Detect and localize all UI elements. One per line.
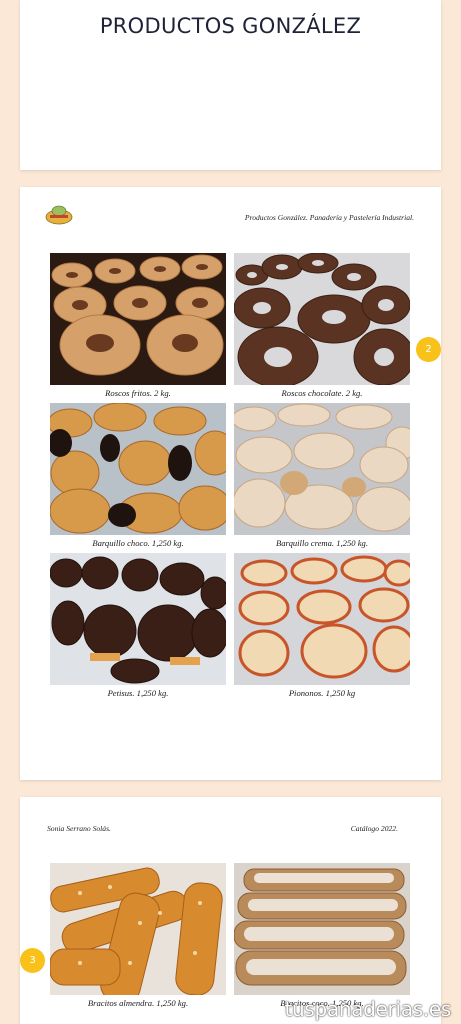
product-caption: Barquillo crema. 1,250 kg. bbox=[276, 538, 368, 548]
chocolate-filled-pastries-image bbox=[50, 403, 226, 535]
catalog-page-2: Productos González. Panadería y Pasteler… bbox=[20, 187, 441, 780]
page-title: PRODUCTOS GONZÁLEZ bbox=[99, 14, 362, 38]
product-caption: Bracitos almendra. 1,250 kg. bbox=[87, 998, 189, 1008]
catalog-page-cover: PRODUCTOS GONZÁLEZ bbox=[20, 0, 441, 170]
chocolate-eclairs-image bbox=[50, 553, 226, 685]
product-caption: Roscos fritos. 2 kg. bbox=[105, 388, 171, 398]
product-photo-piononos bbox=[234, 553, 410, 685]
cream-rolled-pastries-image bbox=[234, 403, 410, 535]
chocolate-donuts-image bbox=[234, 253, 410, 385]
sugared-donuts-image bbox=[50, 253, 226, 385]
page-number-badge[interactable]: 2 bbox=[416, 337, 441, 362]
page-number-badge[interactable]: 3 bbox=[20, 948, 45, 973]
page-header-catalog: Catálogo 2022. bbox=[350, 824, 398, 833]
product-photo-bracitos-coco bbox=[234, 863, 410, 995]
product-photo-petisus bbox=[50, 553, 226, 685]
product-caption: Roscos chocolate. 2 kg. bbox=[281, 388, 363, 398]
product-caption: Petisus. 1,250 kg. bbox=[107, 688, 169, 698]
product-photo-bracitos-almendra bbox=[50, 863, 226, 995]
catalog-page-3: Sonia Serrano Solás. Catálogo 2022. Brac… bbox=[20, 797, 441, 1024]
almond-rolls-image bbox=[50, 863, 226, 995]
page-header: Productos González. Panadería y Pasteler… bbox=[244, 213, 414, 222]
site-watermark: tuspanaderias.es bbox=[284, 997, 451, 1021]
product-photo-roscos-fritos bbox=[50, 253, 226, 385]
bakery-logo-icon bbox=[45, 205, 73, 225]
sponge-rolls-image bbox=[234, 553, 410, 685]
page-header-author: Sonia Serrano Solás. bbox=[47, 824, 111, 833]
product-caption: Piononos. 1,250 kg bbox=[288, 688, 356, 698]
product-photo-barquillo-choco bbox=[50, 403, 226, 535]
product-photo-barquillo-crema bbox=[234, 403, 410, 535]
product-caption: Barquillo choco. 1,250 kg. bbox=[92, 538, 184, 548]
coconut-rolls-image bbox=[234, 863, 410, 995]
product-photo-roscos-chocolate bbox=[234, 253, 410, 385]
